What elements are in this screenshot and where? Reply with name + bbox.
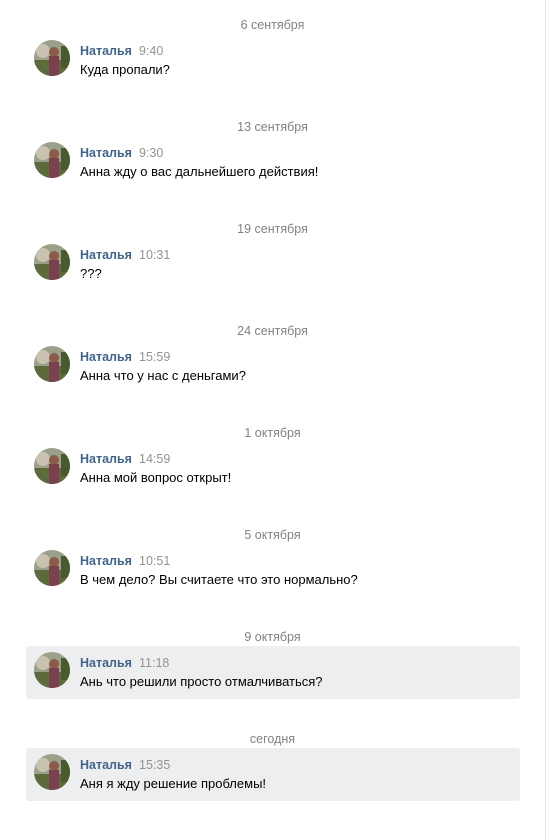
message-history: 6 сентября Наталья 9:40 Куда пропали? 13… [0, 0, 546, 840]
author-name[interactable]: Наталья [80, 554, 132, 568]
message-time[interactable]: 15:35 [139, 758, 170, 772]
user-photo-icon[interactable] [34, 142, 70, 178]
date-separator: 1 октября [244, 426, 301, 440]
message-row[interactable]: Наталья 10:31 ??? [26, 238, 520, 291]
message-group: сегодня Наталья 15:35 Аня я жду решение … [0, 714, 545, 816]
date-separator: 5 октября [244, 528, 301, 542]
message-text: Анна мой вопрос открыт! [80, 470, 232, 485]
message-time[interactable]: 10:51 [139, 554, 170, 568]
author-name[interactable]: Наталья [80, 44, 132, 58]
date-separator: 9 октября [244, 630, 301, 644]
date-separator: 13 сентября [237, 120, 308, 134]
message-text: Аня я жду решение проблемы! [80, 776, 267, 791]
author-name[interactable]: Наталья [80, 656, 132, 670]
message-group: 5 октября Наталья 10:51 В чем дело? Вы с… [0, 510, 545, 612]
user-photo-icon[interactable] [34, 550, 70, 586]
user-photo-icon[interactable] [34, 754, 70, 790]
date-separator: 19 сентября [237, 222, 308, 236]
message-text: Ань что решили просто отмалчиваться? [80, 674, 323, 689]
author-name[interactable]: Наталья [80, 452, 132, 466]
message-group: 1 октября Наталья 14:59 Анна мой вопрос … [0, 408, 545, 510]
message-row[interactable]: Наталья 9:30 Анна жду о вас дальнейшего … [26, 136, 520, 189]
date-separator: сегодня [249, 732, 296, 746]
author-name[interactable]: Наталья [80, 758, 132, 772]
author-name[interactable]: Наталья [80, 248, 132, 262]
message-row[interactable]: Наталья 11:18 Ань что решили просто отма… [26, 646, 520, 699]
message-row[interactable]: Наталья 15:59 Анна что у нас с деньгами? [26, 340, 520, 393]
author-name[interactable]: Наталья [80, 146, 132, 160]
user-photo-icon[interactable] [34, 448, 70, 484]
message-row[interactable]: Наталья 14:59 Анна мой вопрос открыт! [26, 442, 520, 495]
message-time[interactable]: 15:59 [139, 350, 170, 364]
message-time[interactable]: 14:59 [139, 452, 170, 466]
date-separator: 6 сентября [240, 18, 305, 32]
message-row[interactable]: Наталья 10:51 В чем дело? Вы считаете чт… [26, 544, 520, 597]
message-time[interactable]: 11:18 [139, 656, 169, 670]
date-separator: 24 сентября [237, 324, 308, 338]
message-time[interactable]: 10:31 [139, 248, 170, 262]
author-name[interactable]: Наталья [80, 350, 132, 364]
message-group: 6 сентября Наталья 9:40 Куда пропали? [0, 0, 545, 102]
message-text: Куда пропали? [80, 62, 170, 77]
message-group: 13 сентября Наталья 9:30 Анна жду о вас … [0, 102, 545, 204]
message-time[interactable]: 9:40 [139, 44, 163, 58]
user-photo-icon[interactable] [34, 652, 70, 688]
user-photo-icon[interactable] [34, 346, 70, 382]
message-row[interactable]: Наталья 9:40 Куда пропали? [26, 34, 520, 87]
message-text: Анна что у нас с деньгами? [80, 368, 246, 383]
message-group: 24 сентября Наталья 15:59 Анна что у нас… [0, 306, 545, 408]
user-photo-icon[interactable] [34, 244, 70, 280]
message-group: 9 октября Наталья 11:18 Ань что решили п… [0, 612, 545, 714]
message-text: В чем дело? Вы считаете что это нормальн… [80, 572, 358, 587]
message-time[interactable]: 9:30 [139, 146, 163, 160]
message-text: ??? [80, 266, 102, 281]
message-group: 19 сентября Наталья 10:31 ??? [0, 204, 545, 306]
message-row[interactable]: Наталья 15:35 Аня я жду решение проблемы… [26, 748, 520, 801]
user-photo-icon[interactable] [34, 40, 70, 76]
message-text: Анна жду о вас дальнейшего действия! [80, 164, 319, 179]
